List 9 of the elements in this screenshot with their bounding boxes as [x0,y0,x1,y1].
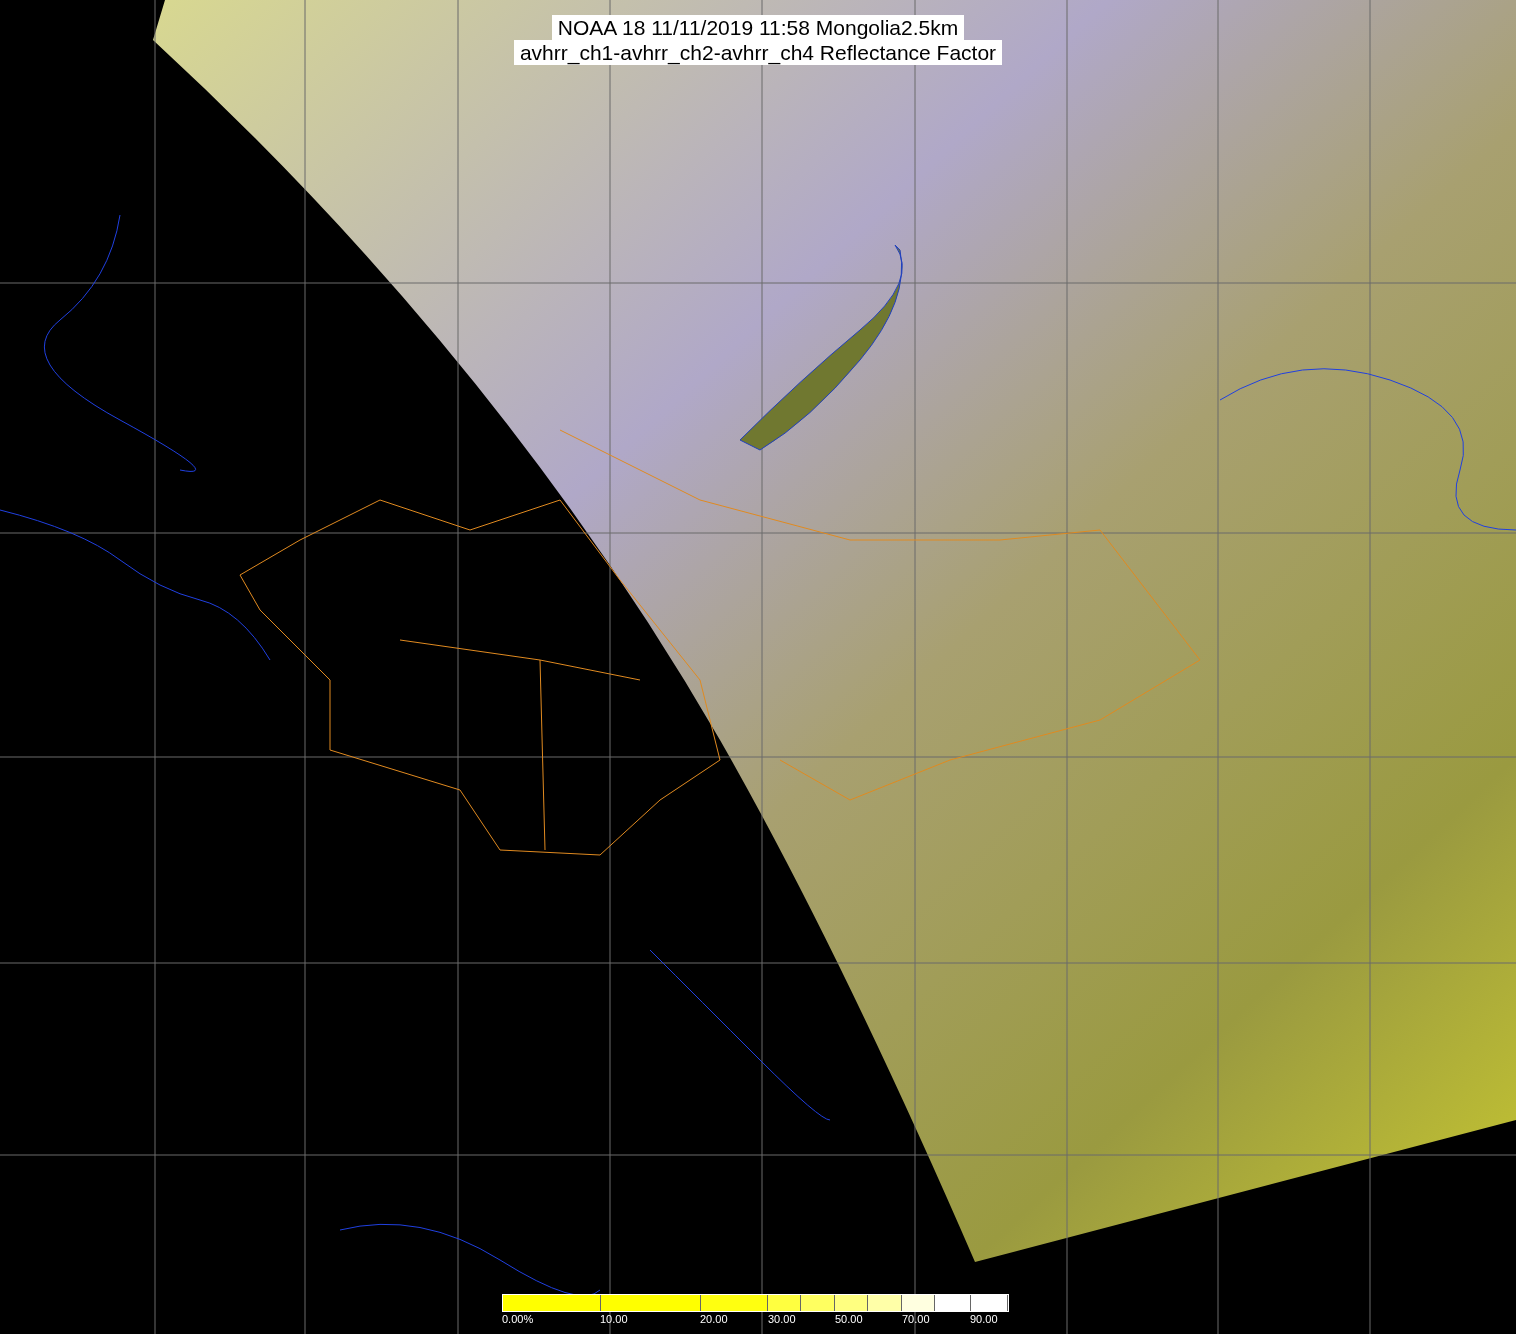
image-title: NOAA 18 11/11/2019 11:58 Mongolia2.5km [551,15,965,40]
image-subtitle: avhrr_ch1-avhrr_ch2-avhrr_ch4 Reflectance Factor [513,40,1003,65]
colorbar-label: 0.00% [502,1313,534,1325]
colorbar-label: 20.00 [700,1313,728,1325]
colorbar-label: 90.00 [970,1313,998,1325]
colorbar-label: 30.00 [768,1313,796,1325]
colorbar-label: 10.00 [600,1313,628,1325]
colorbar-label: 50.00 [835,1313,863,1325]
colorbar-label: 70.00 [902,1313,930,1325]
